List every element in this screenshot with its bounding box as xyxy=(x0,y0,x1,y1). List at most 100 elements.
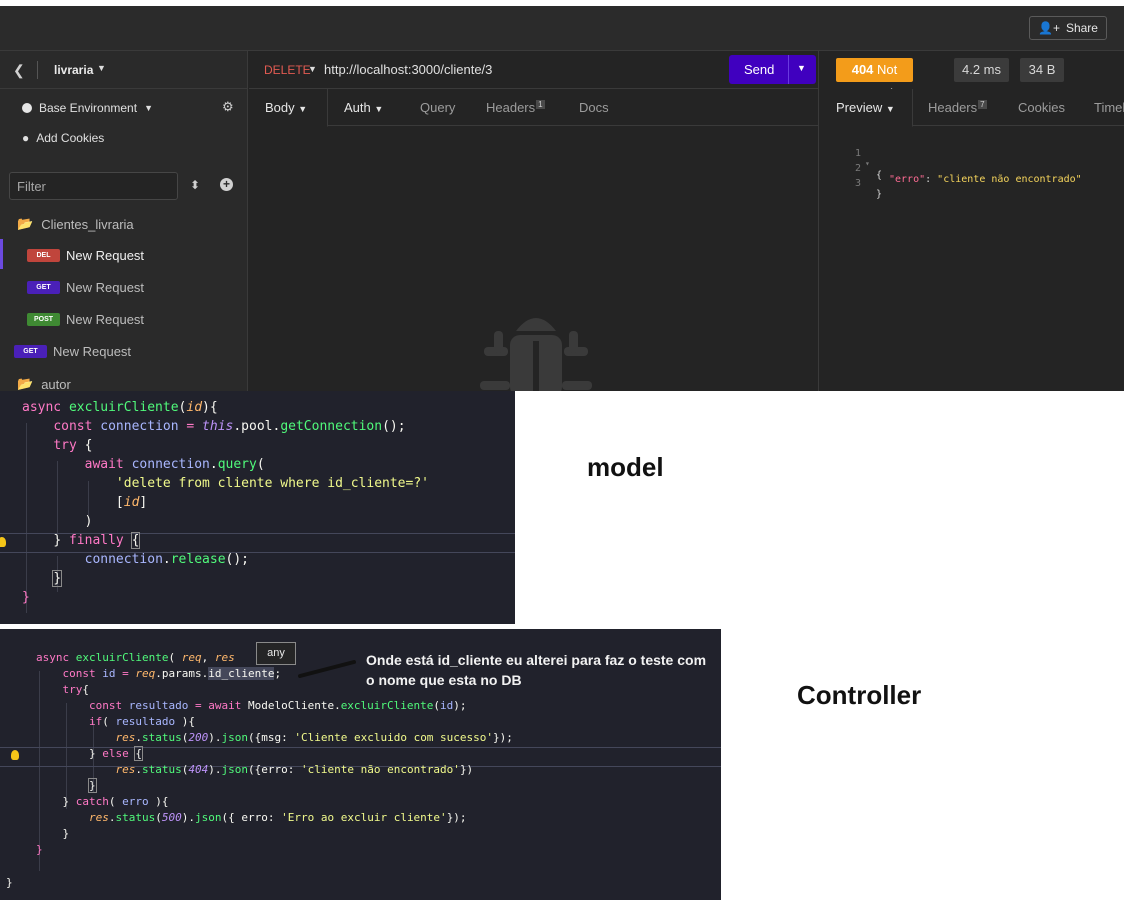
share-label: Share xyxy=(1065,21,1098,35)
json-key: "erro" xyxy=(889,174,926,185)
selection-indicator xyxy=(0,239,3,269)
tab-body[interactable]: Body ▼ xyxy=(265,100,307,115)
type-tooltip: any xyxy=(256,642,296,665)
filter-input[interactable] xyxy=(9,172,178,200)
model-label: model xyxy=(587,452,664,482)
json-brace: { xyxy=(876,170,883,181)
annotation-text: Onde está id_cliente eu alterei para faz… xyxy=(366,652,707,688)
sidebar-request-get-2[interactable]: GET New Request xyxy=(14,336,131,366)
request-pane: DELETE ▼ http://localhost:3000/cliente/3… xyxy=(249,51,819,391)
environment-name: Base Environment xyxy=(39,101,138,115)
chevron-down-icon: ▼ xyxy=(374,104,384,114)
folder-clientes-livraria[interactable]: 📂 Clientes_livraria xyxy=(17,209,134,239)
code-line: res.status(500).json({ erro: 'Erro ao ex… xyxy=(88,811,467,824)
chevron-down-icon[interactable]: ▼ xyxy=(97,63,106,73)
request-label: New Request xyxy=(53,343,132,359)
tab-query[interactable]: Query xyxy=(420,100,455,115)
annotation-arrow xyxy=(298,660,356,678)
request-label: New Request xyxy=(66,247,145,263)
code-line: res.status(404).json({erro: 'cliente não… xyxy=(115,763,474,776)
code-line: } catch( erro ){ xyxy=(62,795,169,808)
code-line: } xyxy=(22,590,30,605)
response-tabs: Preview ▼ Headers7 Cookies Timeline xyxy=(820,89,1124,127)
json-value: "cliente não encontrado" xyxy=(937,174,1082,185)
tab-response-headers[interactable]: Headers 7 xyxy=(928,100,987,115)
tab-docs[interactable]: Docs xyxy=(579,100,609,115)
tab-cookies[interactable]: Cookies xyxy=(1018,100,1065,115)
code-line: } else { xyxy=(88,746,143,761)
code-line: connection.release(); xyxy=(84,552,250,567)
back-chevron-icon[interactable]: ❮ xyxy=(13,62,25,79)
code-line: ) xyxy=(84,514,93,529)
code-line: } xyxy=(62,827,70,840)
tab-headers[interactable]: Headers 1 xyxy=(486,100,545,115)
sidebar-request-del[interactable]: DEL New Request xyxy=(27,240,144,270)
lightbulb-icon[interactable] xyxy=(0,537,6,547)
json-line: 2 "erro": "cliente não encontrado" xyxy=(855,163,1082,185)
response-time-badge: 4.2 ms xyxy=(954,58,1009,82)
folder-autor[interactable]: 📂 autor xyxy=(17,369,71,391)
chevron-down-icon[interactable]: ▼ xyxy=(308,64,317,74)
status-badge: 404 Not Found xyxy=(836,58,913,101)
tab-label: Headers xyxy=(486,100,536,115)
divider xyxy=(37,61,38,79)
chevron-down-icon: ▼ xyxy=(885,104,895,114)
request-label: New Request xyxy=(66,311,145,327)
send-button[interactable]: Send ▼ xyxy=(729,55,816,84)
add-cookies-button[interactable]: ● Add Cookies xyxy=(22,131,104,145)
tab-timeline[interactable]: Timeline xyxy=(1094,100,1124,115)
response-size-badge: 34 B xyxy=(1020,58,1064,82)
code-line: res.status(200).json({msg: 'Cliente excl… xyxy=(115,731,513,744)
share-button[interactable]: 👤+ Share xyxy=(1029,16,1107,40)
workspace-name[interactable]: livraria xyxy=(54,63,93,77)
url-input[interactable]: http://localhost:3000/cliente/3 xyxy=(324,62,492,77)
folder-label: autor xyxy=(41,376,71,392)
controller-label: Controller xyxy=(797,680,922,710)
code-line: const id = req.params.id_cliente; xyxy=(62,667,282,680)
status-code: 404 xyxy=(851,62,874,77)
count-badge: 1 xyxy=(536,100,545,109)
tab-preview[interactable]: Preview ▼ xyxy=(836,100,895,115)
chevron-down-icon[interactable]: ▼ xyxy=(797,63,806,73)
code-line: try { xyxy=(53,438,93,453)
folder-label: Clientes_livraria xyxy=(41,216,134,232)
sort-icon[interactable]: ⬍ xyxy=(190,178,200,192)
code-line: const connection = this.pool.getConnecti… xyxy=(53,419,406,434)
sidebar: ❮ livraria ▼ Base Environment ▼ ⚙ ● Add … xyxy=(0,51,248,391)
method-badge: GET xyxy=(14,344,47,358)
add-item-icon[interactable]: + xyxy=(220,178,233,191)
cookie-icon: ● xyxy=(22,131,30,145)
folder-open-icon: 📂 xyxy=(17,376,34,391)
tab-label: Headers xyxy=(928,100,978,115)
lightbulb-icon[interactable] xyxy=(11,750,19,760)
url-bar: DELETE ▼ http://localhost:3000/cliente/3… xyxy=(249,51,819,89)
add-cookies-label: Add Cookies xyxy=(36,131,105,145)
code-line: try{ xyxy=(62,683,90,696)
code-line: const resultado = await ModeloCliente.ex… xyxy=(88,699,467,712)
request-label: New Request xyxy=(66,279,145,295)
method-badge: DEL xyxy=(27,248,60,262)
sidebar-request-post[interactable]: POST New Request xyxy=(27,304,144,334)
divider xyxy=(788,55,789,84)
method-selector[interactable]: DELETE xyxy=(264,63,311,77)
code-line: if( resultado ){ xyxy=(88,715,195,728)
tab-auth[interactable]: Auth ▼ xyxy=(344,100,383,115)
workspace-header: ❮ livraria ▼ xyxy=(0,51,248,89)
code-line: } xyxy=(36,843,43,856)
environment-dot-icon xyxy=(22,103,32,113)
tab-label: Body xyxy=(265,100,295,115)
response-pane: 404 Not Found 4.2 ms 34 B Preview ▼ Head… xyxy=(820,51,1124,391)
code-line: [id] xyxy=(115,495,148,510)
sidebar-request-get[interactable]: GET New Request xyxy=(27,272,144,302)
gear-icon[interactable]: ⚙ xyxy=(222,99,234,115)
environment-selector[interactable]: Base Environment ▼ xyxy=(22,101,153,115)
top-bar: 👤+ Share xyxy=(0,6,1124,51)
insomnia-window: 👤+ Share ❮ livraria ▼ Base Environment ▼… xyxy=(0,6,1124,391)
code-line: await connection.query( xyxy=(84,457,265,472)
code-line: async excluirCliente(id){ xyxy=(22,400,218,415)
code-line: } xyxy=(6,876,13,889)
json-line: 3 } xyxy=(820,167,882,200)
model-code-editor: async excluirCliente(id){ const connecti… xyxy=(0,391,515,624)
folder-open-icon: 📂 xyxy=(17,216,34,231)
tab-label: Auth xyxy=(344,100,371,115)
